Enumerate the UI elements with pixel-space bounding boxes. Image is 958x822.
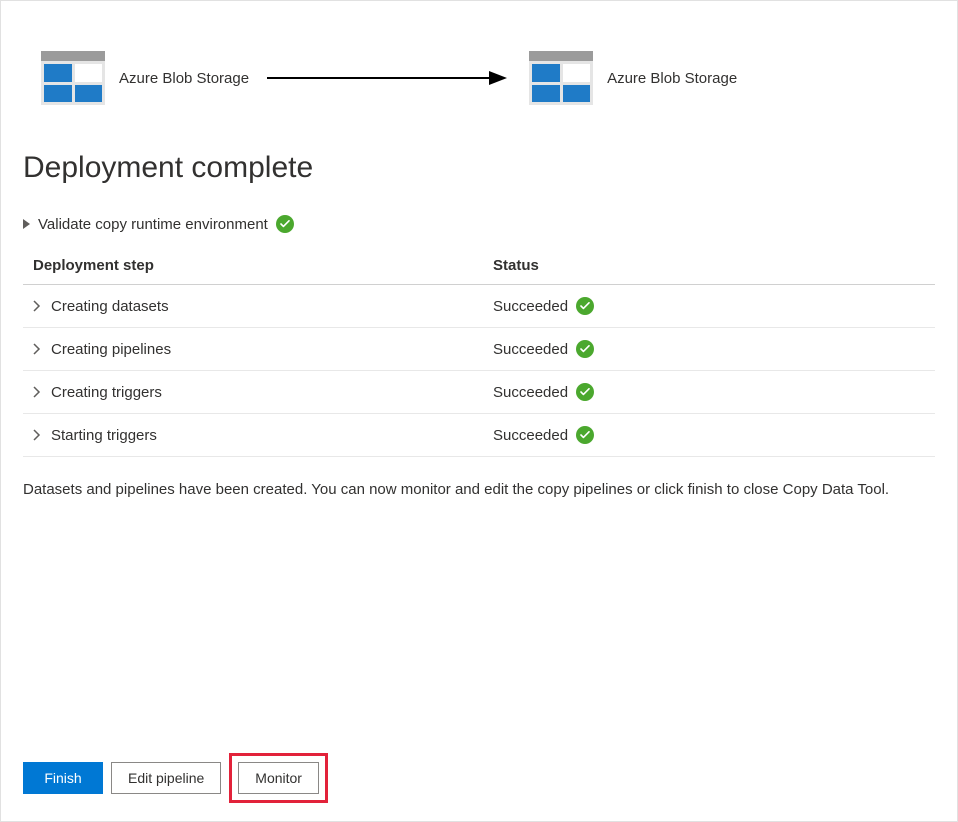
validate-runtime-row[interactable]: Validate copy runtime environment (23, 215, 935, 233)
success-check-icon (576, 383, 594, 401)
step-label: Creating pipelines (51, 341, 171, 358)
edit-pipeline-button[interactable]: Edit pipeline (111, 762, 221, 794)
destination-label: Azure Blob Storage (607, 70, 737, 87)
triangle-expand-icon (23, 219, 30, 229)
source-label: Azure Blob Storage (119, 70, 249, 87)
header-status: Status (493, 257, 925, 274)
info-text: Datasets and pipelines have been created… (23, 479, 935, 500)
chevron-right-icon (33, 343, 41, 355)
chevron-right-icon (33, 386, 41, 398)
monitor-highlight: Monitor (229, 753, 328, 803)
destination-node: Azure Blob Storage (529, 51, 737, 105)
success-check-icon (576, 297, 594, 315)
success-check-icon (576, 340, 594, 358)
step-label: Creating datasets (51, 298, 169, 315)
source-node: Azure Blob Storage (41, 51, 249, 105)
button-bar: Finish Edit pipeline Monitor (23, 753, 328, 803)
chevron-right-icon (33, 429, 41, 441)
success-check-icon (576, 426, 594, 444)
table-row[interactable]: Creating datasets Succeeded (23, 285, 935, 328)
table-row[interactable]: Creating pipelines Succeeded (23, 328, 935, 371)
monitor-button[interactable]: Monitor (238, 762, 319, 794)
flow-diagram: Azure Blob Storage Azure Blob Storage (23, 21, 935, 125)
table-row[interactable]: Creating triggers Succeeded (23, 371, 935, 414)
step-label: Starting triggers (51, 427, 157, 444)
chevron-right-icon (33, 300, 41, 312)
status-label: Succeeded (493, 341, 568, 358)
table-header: Deployment step Status (23, 257, 935, 285)
step-label: Creating triggers (51, 384, 162, 401)
status-label: Succeeded (493, 384, 568, 401)
status-label: Succeeded (493, 427, 568, 444)
azure-blob-storage-icon (41, 51, 105, 105)
status-label: Succeeded (493, 298, 568, 315)
finish-button[interactable]: Finish (23, 762, 103, 794)
azure-blob-storage-icon (529, 51, 593, 105)
validate-label: Validate copy runtime environment (38, 216, 268, 233)
success-check-icon (276, 215, 294, 233)
arrow-icon (267, 68, 507, 88)
header-step: Deployment step (33, 257, 493, 274)
deployment-steps-table: Deployment step Status Creating datasets… (23, 257, 935, 457)
table-row[interactable]: Starting triggers Succeeded (23, 414, 935, 457)
page-title: Deployment complete (23, 151, 935, 185)
